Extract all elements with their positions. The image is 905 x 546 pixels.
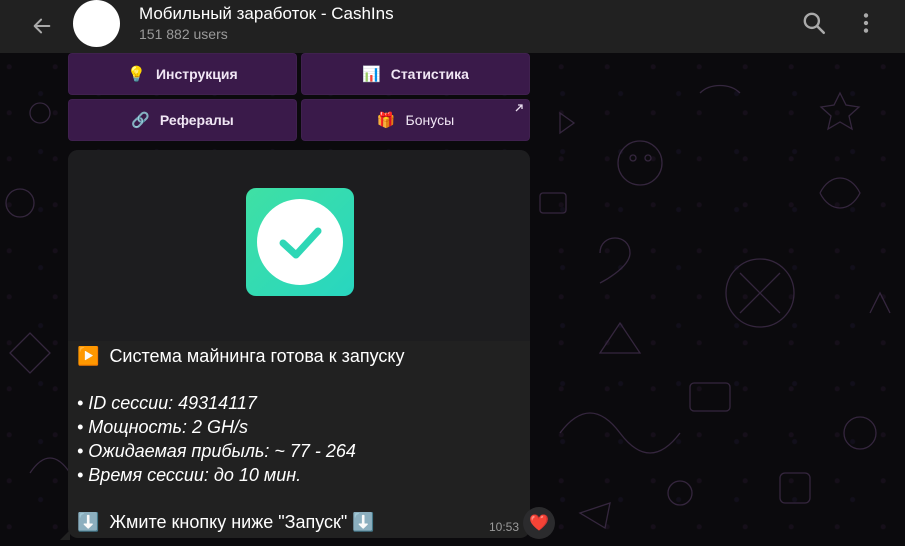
message-headline: ▶️ Система майнинга готова к запуску (77, 346, 404, 367)
member-count: 151 882 users (139, 26, 228, 42)
bonuses-button[interactable]: 🎁 Бонусы (301, 99, 530, 141)
gift-icon: 🎁 (376, 112, 396, 129)
arrow-left-icon (33, 18, 51, 34)
checkmark-icon (279, 227, 322, 259)
bubble-tail (60, 530, 70, 540)
lightbulb-icon: 💡 (127, 66, 146, 83)
statistics-button-label: Статистика (390, 66, 469, 82)
down-arrow-icon: ⬇️ (352, 512, 375, 532)
chat-header: ⚡ Мобильный заработок - CashIns 151 882 … (0, 0, 905, 53)
down-arrow-icon: ⬇️ (77, 512, 100, 532)
link-icon: 🔗 (131, 112, 150, 129)
session-time-line: • Время сессии: до 10 мин. (77, 465, 302, 485)
instruction-button-label: Инструкция (155, 66, 238, 82)
avatar[interactable]: ⚡ (73, 0, 120, 47)
session-id-line: • ID сессии: 49314117 (77, 393, 257, 413)
message-bubble: ▶️ Система майнинга готова к запуску • I… (68, 150, 530, 538)
instruction-button[interactable]: 💡 Инструкция (68, 53, 297, 95)
bonuses-button-label: Бонусы (405, 112, 455, 128)
power-line: • Мощность: 2 GH/s (77, 417, 249, 437)
checkmark-circle (257, 199, 343, 285)
heart-reaction[interactable]: ❤️ (523, 507, 555, 539)
message-image (68, 150, 530, 341)
external-link-icon (515, 104, 523, 112)
referrals-button[interactable]: 🔗 Рефералы (68, 99, 297, 141)
message-footer-text: Жмите кнопку ниже "Запуск" (109, 512, 348, 532)
success-badge (246, 188, 354, 296)
message-headline-text: Система майнинга готова к запуску (109, 346, 405, 366)
message-time: 10:53 (489, 520, 520, 534)
more-menu-button[interactable] (853, 10, 879, 36)
chat-title: Мобильный заработок - CashIns (139, 4, 394, 23)
back-button[interactable] (28, 12, 56, 40)
referrals-button-label: Рефералы (159, 112, 234, 128)
more-vertical-icon (863, 13, 869, 33)
message-footer: ⬇️ Жмите кнопку ниже "Запуск" ⬇️ (77, 512, 375, 533)
lightning-icon: ⚡ (87, 8, 106, 38)
expected-profit-line: • Ожидаемая прибыль: ~ 77 - 264 (77, 441, 356, 461)
search-icon (803, 12, 826, 35)
search-button[interactable] (801, 10, 827, 36)
heart-icon: ❤️ (529, 515, 549, 532)
statistics-button[interactable]: 📊 Статистика (301, 53, 530, 95)
bar-chart-icon: 📊 (362, 66, 381, 83)
play-icon: ▶️ (77, 346, 100, 366)
